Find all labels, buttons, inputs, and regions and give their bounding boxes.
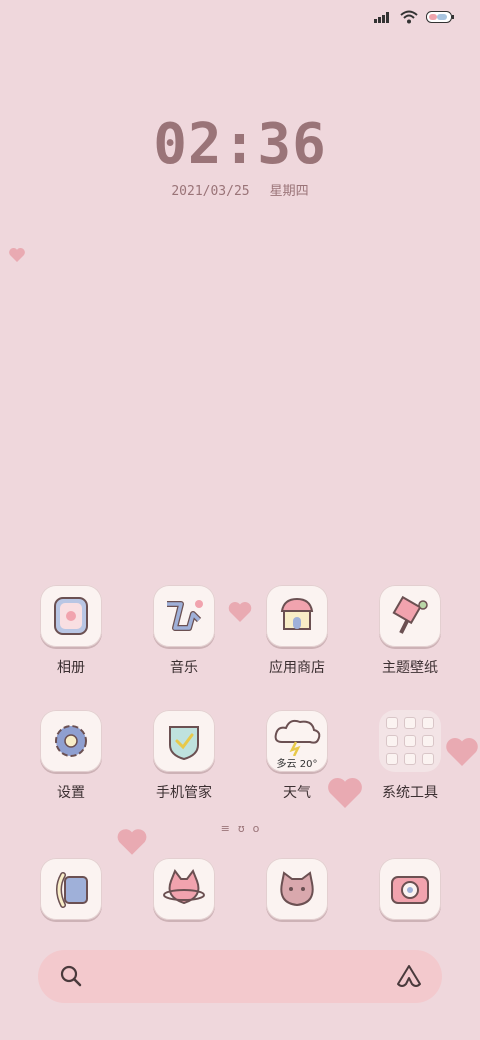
dock-contacts[interactable] xyxy=(241,858,353,920)
music-icon xyxy=(153,585,215,647)
app-settings[interactable]: 设置 xyxy=(15,710,127,802)
app-photo-album[interactable]: 相册 xyxy=(15,585,127,677)
dock-camera[interactable] xyxy=(354,858,466,920)
app-label: 天气 xyxy=(283,785,311,801)
mini-app-icon xyxy=(422,717,434,729)
settings-gear-icon xyxy=(40,710,102,772)
app-label: 音乐 xyxy=(170,660,198,676)
camera-icon xyxy=(379,858,441,920)
weather-cloud-icon: 多云 20° xyxy=(266,710,328,772)
page-dot-menu: ≡ xyxy=(220,822,230,835)
app-label: 手机管家 xyxy=(156,785,212,801)
lockscreen-date-row: 2021/03/25 星期四 xyxy=(0,180,480,199)
page-dot-current: ʊ xyxy=(237,822,245,835)
folder-system-tools[interactable]: 系统工具 xyxy=(354,710,466,802)
app-phone-manager[interactable]: 手机管家 xyxy=(128,710,240,802)
system-tools-folder-icon xyxy=(379,710,441,772)
phone-icon xyxy=(40,858,102,920)
contacts-cat-icon xyxy=(266,858,328,920)
mini-app-icon xyxy=(422,735,434,747)
search-icon[interactable] xyxy=(60,965,82,987)
phone-manager-shield-icon xyxy=(153,710,215,772)
heart-decoration-icon xyxy=(9,248,25,262)
mini-app-icon xyxy=(404,735,416,747)
messages-cat-icon xyxy=(153,858,215,920)
app-theme-wallpaper[interactable]: 主题壁纸 xyxy=(354,585,466,677)
battery-icon xyxy=(426,11,454,23)
mini-app-icon xyxy=(422,753,434,765)
lockscreen-clock[interactable]: 02:36 xyxy=(0,112,480,177)
date-text: 2021/03/25 xyxy=(171,184,250,199)
dock-phone[interactable] xyxy=(15,858,127,920)
app-label: 应用商店 xyxy=(269,660,325,676)
weekday-text: 星期四 xyxy=(269,184,309,199)
mini-app-icon xyxy=(404,717,416,729)
app-music[interactable]: 音乐 xyxy=(128,585,240,677)
app-weather[interactable]: 多云 20° 天气 xyxy=(241,710,353,802)
dock-messages[interactable] xyxy=(128,858,240,920)
mini-app-icon xyxy=(386,753,398,765)
app-label: 主题壁纸 xyxy=(382,660,438,676)
assistant-icon[interactable] xyxy=(396,964,422,988)
search-bar[interactable] xyxy=(38,950,442,1003)
mini-app-icon xyxy=(404,753,416,765)
page-indicator[interactable]: ≡ ʊ o xyxy=(0,822,480,835)
app-label: 设置 xyxy=(57,785,85,801)
page-dot: o xyxy=(252,822,260,835)
mini-app-icon xyxy=(386,717,398,729)
theme-wallpaper-icon xyxy=(379,585,441,647)
app-label: 系统工具 xyxy=(382,785,438,801)
app-app-store[interactable]: 应用商店 xyxy=(241,585,353,677)
wifi-icon xyxy=(400,10,418,24)
signal-icon xyxy=(374,12,389,23)
photo-album-icon xyxy=(40,585,102,647)
app-store-icon xyxy=(266,585,328,647)
weather-temp-text: 多云 20° xyxy=(276,759,318,770)
mini-app-icon xyxy=(386,735,398,747)
status-bar xyxy=(374,10,454,24)
app-label: 相册 xyxy=(57,660,85,676)
